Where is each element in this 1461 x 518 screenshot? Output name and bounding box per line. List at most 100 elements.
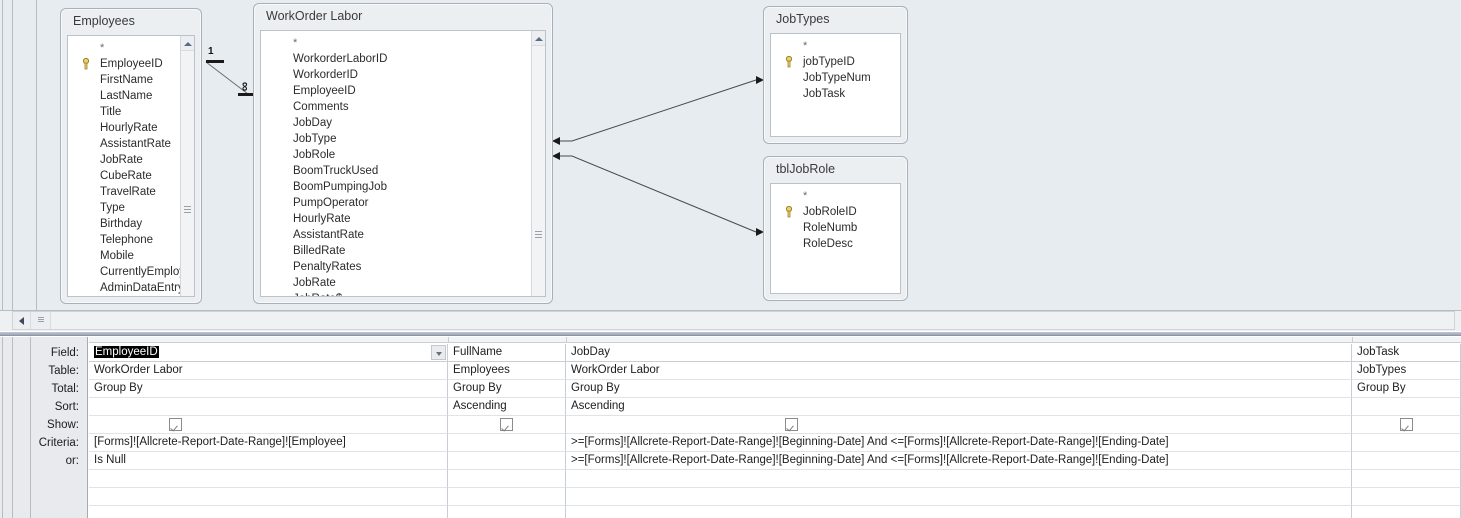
grid-cell-empty[interactable] [448,470,566,488]
field-row[interactable]: CubeRate [68,168,180,184]
field-row[interactable]: FirstName [68,72,180,88]
field-row[interactable]: BoomTruckUsed [261,163,531,179]
grid-cell-table-4[interactable]: JobTypes [1352,362,1461,380]
grid-cell-or-4[interactable] [1352,452,1461,470]
grid-cell-field-3[interactable]: JobDay [566,344,1352,362]
grid-cell-sort-3[interactable]: Ascending [566,398,1352,416]
table-box-tbljobrole[interactable]: tblJobRole * JobRoleID RoleNumb RoleDesc [763,156,908,301]
scroll-left-arrow-icon[interactable] [13,312,31,329]
field-row[interactable]: TravelRate [68,184,180,200]
field-row[interactable]: JobRole [261,147,531,163]
field-row[interactable]: WorkorderID [261,67,531,83]
diagram-horizontal-scrollbar[interactable] [12,311,1455,330]
field-row[interactable]: JobTypeNum [771,70,900,86]
grid-cell-criteria-2[interactable] [448,434,566,452]
grid-cell-table-1[interactable]: WorkOrder Labor [89,362,448,380]
table-box-employees[interactable]: Employees * EmployeeID FirstName LastNam… [60,8,202,304]
grid-cell-field-2[interactable]: FullName [448,344,566,362]
field-row[interactable]: JobRate [261,275,531,291]
field-row[interactable]: JobDay [261,115,531,131]
grid-cell-empty[interactable] [448,488,566,506]
show-checkbox-3[interactable] [784,418,798,431]
field-row[interactable]: JobRoleID [771,204,900,220]
grid-cell-or-3[interactable]: >=[Forms]![Allcrete-Report-Date-Range]![… [566,452,1352,470]
show-checkbox-2[interactable] [500,418,513,431]
grid-cell-empty[interactable] [1352,470,1461,488]
field-row[interactable]: jobTypeID [771,54,900,70]
grid-cell-field-4[interactable]: JobTask [1352,344,1461,362]
field-row[interactable]: Type [68,200,180,216]
field-row[interactable]: JobTask [771,86,900,102]
field-row[interactable]: Birthday [68,216,180,232]
field-row[interactable]: * [771,188,900,204]
field-row[interactable]: EmployeeID [68,56,180,72]
grid-cell-empty[interactable] [89,506,448,518]
field-row[interactable]: AdminDataEntry [68,280,180,296]
field-row[interactable]: * [771,38,900,54]
scroll-up-arrow-icon[interactable] [181,36,194,51]
field-row[interactable]: JobRate [68,152,180,168]
grid-cell-sort-2[interactable]: Ascending [448,398,566,416]
field-row[interactable]: Mobile [68,248,180,264]
show-checkbox-4[interactable] [1399,418,1413,431]
field-row[interactable]: BoomPumpingJob [261,179,531,195]
grid-cell-total-4[interactable]: Group By [1352,380,1461,398]
field-row[interactable]: CurrentlyEmploye [68,264,180,280]
grid-cell-empty[interactable] [448,506,566,518]
grid-cell-empty[interactable] [566,506,1352,518]
field-row[interactable]: BilledRate [261,243,531,259]
field-row[interactable]: JobRate$ [261,291,531,296]
horizontal-scroll-thumb[interactable] [31,312,51,329]
grid-cell-show-4[interactable] [1352,416,1461,434]
grid-cell-total-1[interactable]: Group By [89,380,448,398]
field-row[interactable]: HourlyRate [261,211,531,227]
field-row[interactable]: PenaltyRates [261,259,531,275]
field-row[interactable]: AssistantRate [261,227,531,243]
grid-cell-empty[interactable] [89,488,448,506]
grid-cell-show-2[interactable] [448,416,566,434]
field-row[interactable]: * [68,40,180,56]
field-list-workorder-labor[interactable]: * WorkorderLaborID WorkorderID EmployeeI… [260,30,546,297]
grid-cell-show-3[interactable] [566,416,1352,434]
field-row[interactable]: RoleDesc [771,236,900,252]
grid-cell-or-2[interactable] [448,452,566,470]
grid-cell-field-1[interactable]: EmployeeID [89,344,448,362]
grid-cell-empty[interactable] [566,470,1352,488]
field-row[interactable]: Telephone [68,232,180,248]
grid-cell-criteria-3[interactable]: >=[Forms]![Allcrete-Report-Date-Range]![… [566,434,1352,452]
field-row[interactable]: RoleNumb [771,220,900,236]
grid-cell-criteria-1[interactable]: [Forms]![Allcrete-Report-Date-Range]![Em… [89,434,448,452]
grid-cell-table-2[interactable]: Employees [448,362,566,380]
grid-cell-show-1[interactable] [89,416,448,434]
field-list-jobtypes[interactable]: * jobTypeID JobTypeNum JobTask [770,33,901,137]
field-list-scrollbar[interactable] [531,31,545,296]
chevron-down-icon[interactable] [431,345,446,360]
grid-cell-sort-1[interactable] [89,398,448,416]
grid-cell-or-1[interactable]: Is Null [89,452,448,470]
table-diagram-pane[interactable]: 1 ∞ Employees * EmployeeID FirstName Las… [0,0,1461,310]
field-row[interactable]: JobType [261,131,531,147]
query-grid-pane[interactable]: Field: EmployeeID FullName JobDay JobTas… [0,337,1461,518]
field-row[interactable]: BoomOperator [68,296,180,297]
field-row[interactable]: * [261,35,531,51]
grid-cell-empty[interactable] [89,470,448,488]
grid-cell-sort-4[interactable] [1352,398,1461,416]
field-row[interactable]: HourlyRate [68,120,180,136]
field-row[interactable]: WorkorderLaborID [261,51,531,67]
field-list-employees[interactable]: * EmployeeID FirstName LastName Title Ho… [67,35,195,297]
grid-cell-empty[interactable] [566,488,1352,506]
field-row[interactable]: LastName [68,88,180,104]
grid-column-header-strip[interactable] [89,337,1461,343]
grid-cell-empty[interactable] [1352,488,1461,506]
grid-cell-table-3[interactable]: WorkOrder Labor [566,362,1352,380]
table-box-workorder-labor[interactable]: WorkOrder Labor * WorkorderLaborID Worko… [253,3,553,304]
grid-cell-total-2[interactable]: Group By [448,380,566,398]
grid-cell-empty[interactable] [1352,506,1461,518]
pane-splitter[interactable] [0,331,1461,336]
scroll-up-arrow-icon[interactable] [532,31,545,46]
scroll-thumb[interactable] [535,231,542,238]
field-row[interactable]: Comments [261,99,531,115]
table-box-jobtypes[interactable]: JobTypes * jobTypeID JobTypeNum JobTask [763,6,908,144]
field-list-scrollbar[interactable] [180,36,194,296]
field-row[interactable]: EmployeeID [261,83,531,99]
